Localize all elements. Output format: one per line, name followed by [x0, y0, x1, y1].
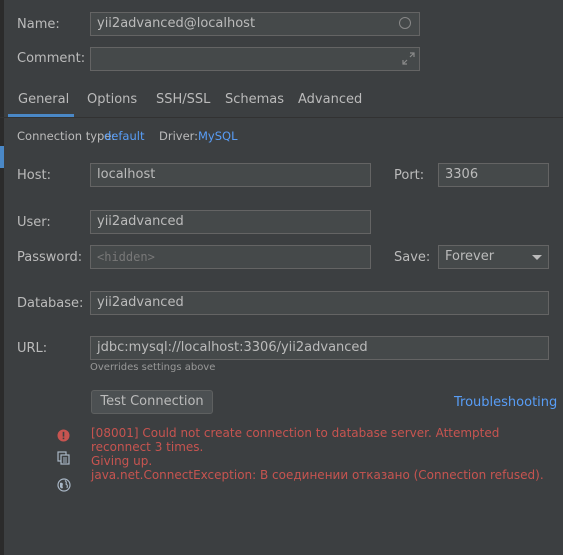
- connection-type-label: Connection type:: [17, 129, 116, 143]
- comment-label: Comment:: [17, 51, 86, 66]
- url-input[interactable]: jdbc:mysql://localhost:3306/yii2advanced: [90, 336, 549, 360]
- save-label: Save:: [394, 250, 431, 265]
- user-label: User:: [17, 215, 51, 230]
- host-label: Host:: [17, 168, 51, 183]
- password-label: Password:: [17, 250, 83, 265]
- user-input[interactable]: yii2advanced: [90, 210, 371, 234]
- comment-input[interactable]: [90, 47, 420, 71]
- copy-icon[interactable]: [57, 451, 71, 465]
- save-selected-value: Forever: [445, 249, 495, 264]
- port-input[interactable]: 3306: [438, 163, 549, 187]
- port-value: 3306: [445, 167, 479, 182]
- tab-options[interactable]: Options: [87, 92, 137, 108]
- tab-general[interactable]: General: [18, 92, 69, 108]
- tab-ssh-ssl[interactable]: SSH/SSL: [156, 92, 210, 108]
- database-label: Database:: [17, 296, 84, 311]
- name-field-circle-icon[interactable]: [399, 17, 411, 29]
- url-label: URL:: [17, 341, 48, 356]
- globe-icon[interactable]: [57, 478, 71, 492]
- password-placeholder: <hidden>: [97, 250, 155, 264]
- troubleshooting-link[interactable]: Troubleshooting: [454, 395, 557, 410]
- database-value: yii2advanced: [97, 295, 184, 310]
- name-label: Name:: [17, 17, 60, 32]
- error-message: [08001] Could not create connection to d…: [91, 426, 551, 482]
- error-line-3: java.net.ConnectException: В соединении …: [91, 468, 544, 482]
- database-input[interactable]: yii2advanced: [90, 291, 549, 315]
- error-icon: [57, 429, 70, 442]
- host-input[interactable]: localhost: [90, 163, 371, 187]
- url-hint: Overrides settings above: [90, 362, 216, 373]
- driver-link[interactable]: MySQL: [198, 129, 238, 143]
- tabs-divider: [0, 117, 563, 118]
- error-line-2: Giving up.: [91, 454, 153, 468]
- expand-icon[interactable]: [402, 52, 415, 65]
- tab-schemas[interactable]: Schemas: [225, 92, 284, 108]
- url-value: jdbc:mysql://localhost:3306/yii2advanced: [97, 340, 368, 355]
- error-line-1: [08001] Could not create connection to d…: [91, 426, 500, 454]
- chevron-down-icon: [532, 255, 542, 260]
- name-value: yii2advanced@localhost: [97, 16, 256, 31]
- connection-type-link[interactable]: default: [104, 129, 144, 143]
- tab-advanced[interactable]: Advanced: [298, 92, 362, 108]
- name-input[interactable]: yii2advanced@localhost: [90, 12, 420, 36]
- port-label: Port:: [394, 168, 425, 183]
- left-panel-edge: [0, 0, 4, 555]
- password-input[interactable]: <hidden>: [90, 245, 371, 269]
- host-value: localhost: [97, 167, 156, 182]
- left-panel-selection-marker: [0, 146, 4, 168]
- driver-label: Driver:: [159, 129, 199, 143]
- test-connection-button[interactable]: Test Connection: [91, 390, 213, 414]
- user-value: yii2advanced: [97, 214, 184, 229]
